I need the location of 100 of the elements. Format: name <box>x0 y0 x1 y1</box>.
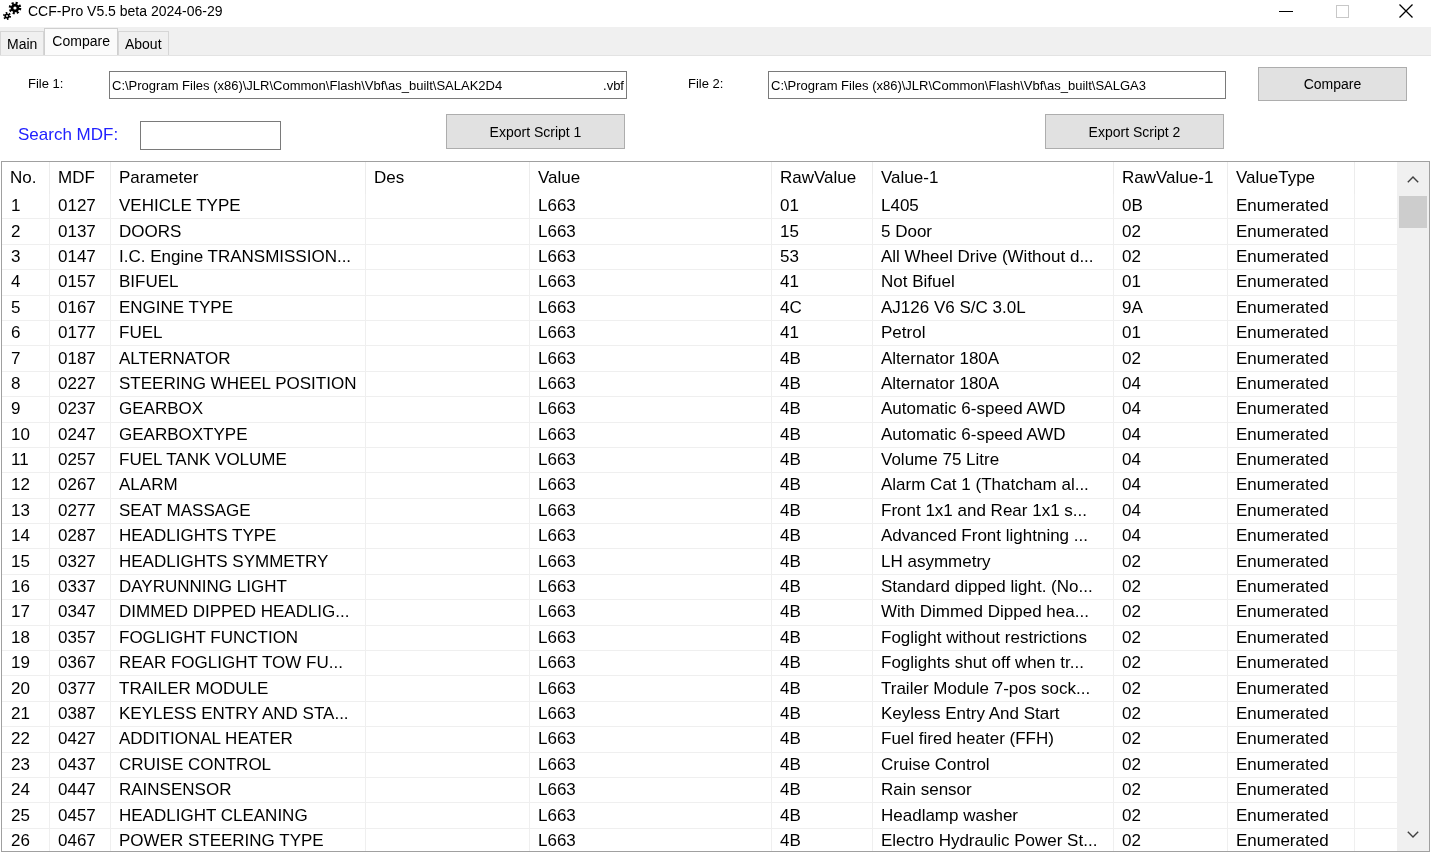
table-cell: 02 <box>1114 803 1228 828</box>
table-cell: DIMMED DIPPED HEADLIG... <box>111 600 366 625</box>
table-cell: 4B <box>772 651 873 676</box>
scrollbar-thumb[interactable] <box>1399 196 1427 228</box>
search-field[interactable] <box>140 121 281 150</box>
table-cell: 04 <box>1114 371 1228 397</box>
table-cell: 5 Door <box>873 219 1114 244</box>
table-cell: With Dimmed Dipped hea... <box>873 600 1114 625</box>
table-cell: L663 <box>530 219 772 244</box>
table-cell: 0247 <box>50 422 111 447</box>
table-cell: 4 <box>2 270 50 295</box>
table-cell: 4B <box>772 574 873 600</box>
table-cell: HEADLIGHTS SYMMETRY <box>111 549 366 574</box>
table-cell: L663 <box>530 524 772 549</box>
table-cell: 0167 <box>50 295 111 320</box>
table-cell: 7 <box>2 346 50 371</box>
table-cell: Enumerated <box>1228 651 1355 676</box>
column-header[interactable]: ValueType <box>1228 162 1355 194</box>
table-cell: L663 <box>530 676 772 701</box>
table-cell: Enumerated <box>1228 828 1355 851</box>
table-cell: Enumerated <box>1228 371 1355 397</box>
close-icon[interactable] <box>1399 4 1413 18</box>
table-cell: L663 <box>530 752 772 777</box>
scrollbar[interactable] <box>1397 162 1429 851</box>
table-cell: 23 <box>2 752 50 777</box>
table-cell: 0377 <box>50 676 111 701</box>
table-cell: 11 <box>2 447 50 473</box>
table-cell: Standard dipped light. (No... <box>873 574 1114 600</box>
table-cell: 41 <box>772 320 873 346</box>
table-cell: L663 <box>530 447 772 473</box>
table-cell: GEARBOXTYPE <box>111 422 366 447</box>
tab[interactable]: Compare <box>44 28 118 55</box>
table-cell: 02 <box>1114 778 1228 803</box>
table-cell: L663 <box>530 295 772 320</box>
table-cell: Rain sensor <box>873 778 1114 803</box>
table-cell: 0437 <box>50 752 111 777</box>
column-header[interactable]: Parameter <box>111 162 366 194</box>
table-cell: LH asymmetry <box>873 549 1114 574</box>
file-path-field[interactable]: C:\Program Files (x86)\JLR\Common\Flash\Vbf\as_built\SALGA3 <box>768 71 1226 99</box>
export-script-button[interactable]: Export Script 1 <box>446 114 625 149</box>
column-header[interactable]: Des <box>366 162 530 194</box>
table-cell: 15 <box>772 219 873 244</box>
table-cell: 20 <box>2 676 50 701</box>
table-cell: Enumerated <box>1228 473 1355 498</box>
column-header[interactable]: MDF <box>50 162 111 194</box>
table-cell: 4B <box>772 701 873 727</box>
table-cell: 9 <box>2 397 50 422</box>
table-cell: 04 <box>1114 498 1228 524</box>
table-cell: Enumerated <box>1228 625 1355 651</box>
table-cell: 02 <box>1114 549 1228 574</box>
column-header[interactable]: Value <box>530 162 772 194</box>
table-cell: Enumerated <box>1228 270 1355 295</box>
table-cell: L663 <box>530 549 772 574</box>
table-cell: 04 <box>1114 524 1228 549</box>
table-cell: 4B <box>772 346 873 371</box>
table-cell: 4B <box>772 549 873 574</box>
table-cell: Alternator 180A <box>873 371 1114 397</box>
table-cell: 4B <box>772 447 873 473</box>
file-2-label: File 2: <box>688 76 725 91</box>
table-cell: SEAT MASSAGE <box>111 498 366 524</box>
table-cell: 0347 <box>50 600 111 625</box>
table-cell: 0357 <box>50 625 111 651</box>
table-cell: 02 <box>1114 219 1228 244</box>
table-cell: 4B <box>772 828 873 851</box>
table-cell: 4B <box>772 498 873 524</box>
table-cell: 0147 <box>50 244 111 270</box>
chevron-down-icon[interactable] <box>1407 830 1419 838</box>
table-cell: 16 <box>2 574 50 600</box>
column-header[interactable]: RawValue-1 <box>1114 162 1228 194</box>
table-cell: Enumerated <box>1228 498 1355 524</box>
table-cell: Enumerated <box>1228 447 1355 473</box>
table-cell: Enumerated <box>1228 701 1355 727</box>
table-cell: 0447 <box>50 778 111 803</box>
table-cell: HEADLIGHT CLEANING <box>111 803 366 828</box>
table-cell: FUEL <box>111 320 366 346</box>
export-script-button[interactable]: Export Script 2 <box>1045 114 1224 149</box>
chevron-up-icon[interactable] <box>1407 175 1419 183</box>
table-cell: REAR FOGLIGHT TOW FU... <box>111 651 366 676</box>
table-cell: Alarm Cat 1 (Thatcham al... <box>873 473 1114 498</box>
table-cell: L663 <box>530 422 772 447</box>
tab[interactable]: About <box>117 31 169 55</box>
table-cell: 02 <box>1114 828 1228 851</box>
table-cell: ALTERNATOR <box>111 346 366 371</box>
table-cell: 10 <box>2 422 50 447</box>
table-cell: Enumerated <box>1228 752 1355 777</box>
table-cell: ENGINE TYPE <box>111 295 366 320</box>
table-cell: 4B <box>772 524 873 549</box>
table-cell: 0287 <box>50 524 111 549</box>
file-path-field[interactable]: C:\Program Files (x86)\JLR\Common\Flash\Vbf\as_built\SALAK2D4 .vbf <box>109 71 627 99</box>
table-cell: 0277 <box>50 498 111 524</box>
compare-button[interactable]: Compare <box>1258 66 1407 101</box>
table-cell: 12 <box>2 473 50 498</box>
column-header[interactable]: Value-1 <box>873 162 1114 194</box>
minimize-icon[interactable] <box>1278 10 1293 12</box>
column-header[interactable]: RawValue <box>772 162 873 194</box>
table-cell: Enumerated <box>1228 422 1355 447</box>
table-cell: 02 <box>1114 600 1228 625</box>
tab[interactable]: Main <box>0 31 45 55</box>
column-header[interactable]: No. <box>2 162 50 194</box>
table-cell: L663 <box>530 270 772 295</box>
